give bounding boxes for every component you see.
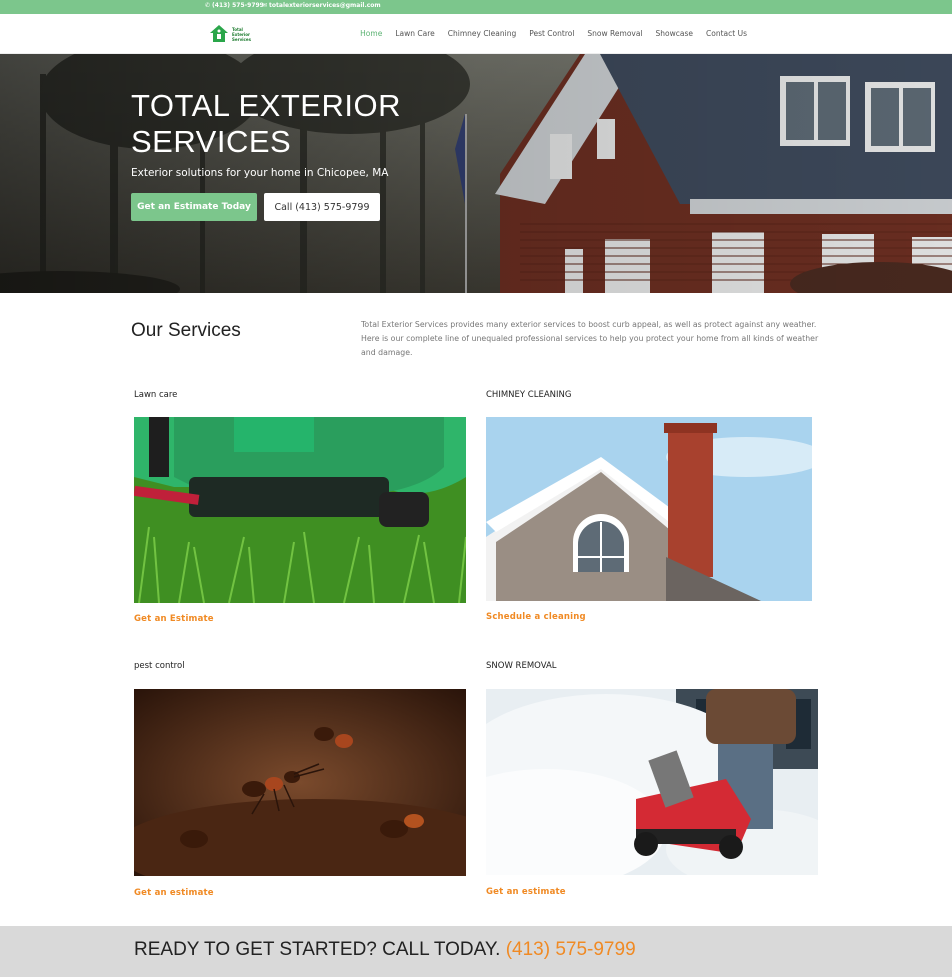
topbar-email[interactable]: ✉ totalexteriorservices@gmail.com [262,2,381,9]
chimney-photo [486,417,812,601]
ants-photo [134,689,466,876]
services-heading: Our Services [131,320,241,341]
lawn-care-image[interactable] [134,417,466,603]
logo-house-icon [210,25,228,42]
card-title-pest-control: pest control [134,661,185,671]
chimney-cleaning-link[interactable]: Schedule a cleaning [486,612,586,622]
nav-item-lawn-care[interactable]: Lawn Care [395,29,434,38]
nav-item-snow-removal[interactable]: Snow Removal [587,29,642,38]
nav-item-home[interactable]: Home [360,29,382,38]
site-logo[interactable]: Total Exterior Services [208,22,252,46]
cta-bar: READY TO GET STARTED? CALL TODAY. (413) … [0,926,952,977]
snow-removal-image[interactable] [486,689,818,875]
get-estimate-button[interactable]: Get an Estimate Today [131,193,257,221]
chimney-cleaning-image[interactable] [486,417,812,601]
lawn-care-link[interactable]: Get an Estimate [134,614,214,624]
cta-message: READY TO GET STARTED? CALL TODAY. [134,939,501,960]
cta-phone-link[interactable]: (413) 575-9799 [506,939,636,960]
call-button[interactable]: Call (413) 575-9799 [264,193,380,221]
topbar-email-text: totalexteriorservices@gmail.com [269,2,381,9]
nav-item-showcase[interactable]: Showcase [656,29,693,38]
logo-text: Total Exterior Services [232,26,252,42]
nav-item-chimney-cleaning[interactable]: Chimney Cleaning [448,29,516,38]
phone-icon: ✆ [205,1,211,9]
services-description: Total Exterior Services provides many ex… [361,320,819,357]
pest-control-image[interactable] [134,689,466,876]
lawn-mower-photo [134,417,466,603]
hero-title-line1: TOTAL EXTERIOR [131,88,401,123]
envelope-icon: ✉ [262,1,268,9]
nav-item-pest-control[interactable]: Pest Control [529,29,574,38]
topbar-phone[interactable]: ✆ (413) 575-9799 [205,2,264,9]
hero-title-line2: SERVICES [131,124,292,159]
snowblower-photo [486,689,818,875]
site-header: Total Exterior Services Home Lawn Care C… [0,14,952,54]
hero-title: TOTAL EXTERIOR SERVICES [131,88,451,160]
hero-section: TOTAL EXTERIOR SERVICES Exterior solutio… [0,54,952,293]
card-title-lawn-care: Lawn care [134,390,178,400]
pest-control-link[interactable]: Get an estimate [134,888,214,898]
topbar-phone-text: (413) 575-9799 [212,2,264,9]
snow-removal-link[interactable]: Get an estimate [486,887,566,897]
main-nav: Home Lawn Care Chimney Cleaning Pest Con… [360,29,747,38]
cta-text: READY TO GET STARTED? CALL TODAY. (413) … [134,939,636,961]
card-title-chimney-cleaning: CHIMNEY CLEANING [486,390,572,400]
top-bar: ✆ (413) 575-9799 ✉ totalexteriorservices… [0,0,952,14]
nav-item-contact-us[interactable]: Contact Us [706,29,747,38]
card-title-snow-removal: SNOW REMOVAL [486,661,557,671]
hero-subtitle: Exterior solutions for your home in Chic… [131,167,389,179]
